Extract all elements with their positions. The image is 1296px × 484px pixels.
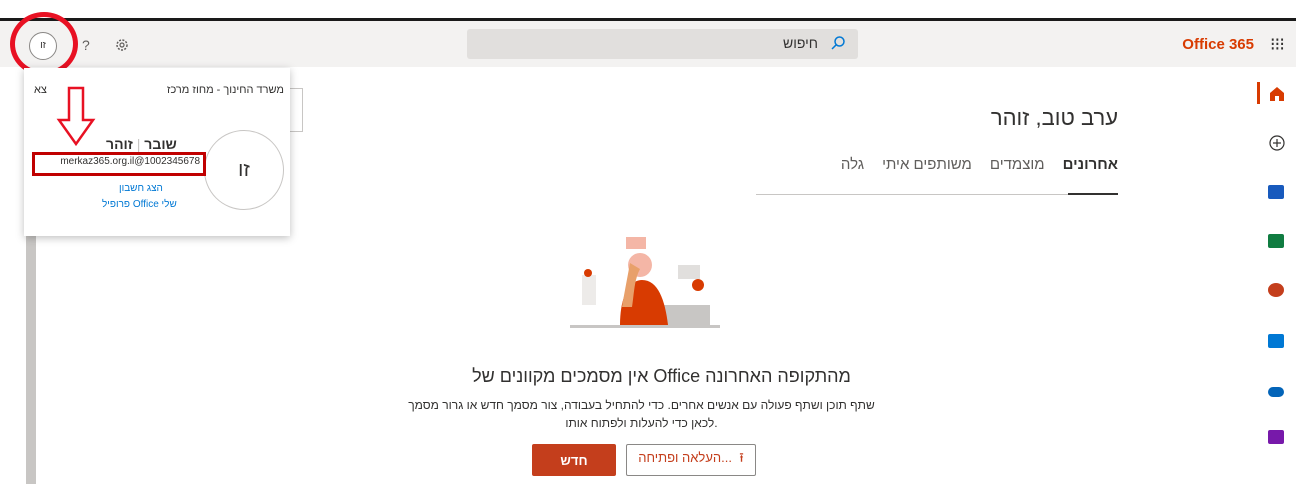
search-placeholder: חיפוש xyxy=(783,35,818,51)
name-separator: | xyxy=(132,136,141,152)
new-button[interactable]: חדש xyxy=(532,444,616,476)
file-tabs: אחרונים מוצמדים משותפים איתי גלה xyxy=(841,156,1118,173)
account-organization: משרד החינוך - מחוז מרכז xyxy=(166,84,284,96)
search-box[interactable]: חיפוש xyxy=(467,29,858,59)
sign-out-link[interactable]: צא xyxy=(34,84,47,96)
rail-active-indicator xyxy=(1257,82,1260,104)
onenote-icon[interactable] xyxy=(1268,430,1284,444)
app-rail xyxy=(1258,67,1296,484)
app-launcher-icon[interactable]: ⁝⁝⁝ xyxy=(1270,34,1285,55)
tab-pinned[interactable]: מוצמדים xyxy=(990,156,1045,173)
annotation-arrow-icon xyxy=(56,86,96,147)
help-icon[interactable]: ? xyxy=(82,37,90,53)
account-avatar: זו xyxy=(204,130,284,210)
upload-open-button[interactable]: העלאה ופתיחה... ⭱ xyxy=(626,444,756,476)
greeting-heading: ערב טוב, זוהר xyxy=(990,105,1118,130)
upload-label: העלאה ופתיחה... xyxy=(638,450,732,465)
tab-shared[interactable]: משותפים איתי xyxy=(882,156,972,173)
onedrive-icon[interactable] xyxy=(1268,387,1284,397)
view-account-link[interactable]: הצג חשבון xyxy=(119,183,163,194)
search-icon xyxy=(831,36,845,50)
outlook-icon[interactable] xyxy=(1268,334,1284,348)
empty-state-description: שתף תוכן ושתף פעולה עם אנשים אחרים. כדי … xyxy=(380,396,903,432)
tabs-divider xyxy=(756,194,1118,195)
account-email: merkaz365.org.il@1002345678 xyxy=(60,156,200,167)
tab-discover[interactable]: גלה xyxy=(841,156,864,173)
empty-desc-line2: לכאן כדי להעלות ולפתוח אותו. xyxy=(565,416,718,430)
home-icon[interactable] xyxy=(1269,86,1285,102)
hidden-panel-edge xyxy=(290,88,303,132)
add-icon[interactable] xyxy=(1269,135,1285,151)
empty-state-title: אין מסמכים מקוונים של Office מהתקופה האח… xyxy=(472,366,851,386)
account-display-name: שובר | זוהר xyxy=(106,136,177,152)
active-tab-indicator xyxy=(1068,193,1118,195)
word-icon[interactable] xyxy=(1268,185,1284,199)
settings-gear-icon[interactable] xyxy=(114,37,130,53)
annotation-circle xyxy=(10,12,78,76)
excel-icon[interactable] xyxy=(1268,234,1284,248)
powerpoint-icon[interactable] xyxy=(1268,283,1284,297)
tab-recent[interactable]: אחרונים xyxy=(1063,156,1118,173)
account-last-name: שובר xyxy=(144,136,177,152)
upload-arrow-icon: ⭱ xyxy=(735,450,744,465)
left-scroll-gutter xyxy=(26,236,36,484)
account-first-name: זוהר xyxy=(106,136,133,152)
empty-state-illustration xyxy=(570,237,720,328)
office-brand[interactable]: Office 365 xyxy=(1182,36,1254,53)
my-office-profile-link[interactable]: פרופיל Office שלי xyxy=(102,199,177,210)
empty-desc-line1: שתף תוכן ושתף פעולה עם אנשים אחרים. כדי … xyxy=(408,398,875,412)
